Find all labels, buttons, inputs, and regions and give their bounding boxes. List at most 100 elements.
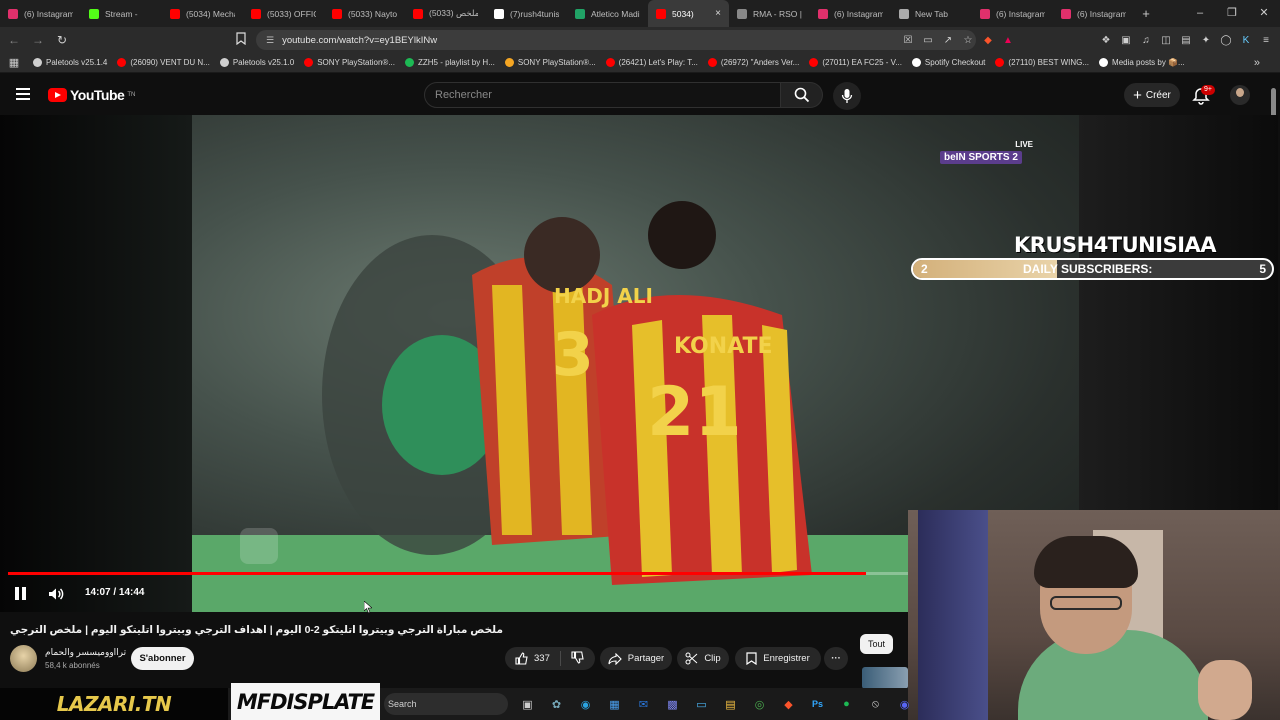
- browser-tab[interactable]: (5033) ملخص: [405, 0, 486, 27]
- taskbar-search[interactable]: Search: [384, 693, 508, 715]
- tab-label: New Tab: [915, 8, 948, 19]
- bookmark-item[interactable]: SONY PlayStation®...: [299, 58, 400, 67]
- browser-tab[interactable]: (6) Instagram: [0, 0, 81, 27]
- rewards-icon[interactable]: ▲: [1002, 35, 1014, 46]
- screen: (6) Instagram Stream - (5034) Mecha (5033)…: [0, 0, 1280, 720]
- bookmark-item[interactable]: Paletools v25.1.4: [28, 58, 112, 67]
- bookmark-item[interactable]: SONY PlayStation®...: [500, 58, 601, 67]
- sidebar-icon[interactable]: ◫: [1160, 35, 1172, 46]
- spotify-icon[interactable]: ●: [835, 693, 858, 715]
- screen-icon[interactable]: ▭: [690, 693, 713, 715]
- browser-tab[interactable]: New Tab: [891, 0, 972, 27]
- address-bar[interactable]: ☰ youtube.com/watch?v=ey1BEYlkINw: [256, 30, 976, 50]
- music-icon[interactable]: ♫: [1140, 35, 1152, 46]
- edge-icon[interactable]: ◉: [574, 693, 597, 715]
- screenshot-icon[interactable]: ▣: [1120, 35, 1132, 46]
- browser-tab[interactable]: (5033) OFFICI: [243, 0, 324, 27]
- player-watermark-icon: [240, 528, 278, 564]
- menu-icon[interactable]: ≡: [1260, 35, 1272, 46]
- discord-icon[interactable]: ◉: [893, 693, 916, 715]
- apps-grid-icon[interactable]: ▦: [0, 56, 28, 69]
- copilot-icon[interactable]: ✿: [545, 693, 568, 715]
- voice-search-button[interactable]: [833, 82, 861, 110]
- close-window-icon[interactable]: ✕: [1248, 0, 1280, 27]
- dislike-button[interactable]: [561, 650, 584, 667]
- translate-icon[interactable]: ☒: [902, 35, 914, 46]
- bookmark-favicon-icon: [504, 58, 514, 67]
- channel-avatar[interactable]: [10, 645, 37, 672]
- wallet-icon[interactable]: ▤: [1180, 35, 1192, 46]
- browser-tab[interactable]: Atletico Madi: [567, 0, 648, 27]
- store-icon[interactable]: ▦: [603, 693, 626, 715]
- youtube-logo[interactable]: YouTube TN: [48, 87, 135, 103]
- like-button[interactable]: 337: [505, 651, 561, 666]
- browser-tab[interactable]: (7)rush4tunis: [486, 0, 567, 27]
- share-button[interactable]: Partager: [600, 647, 672, 670]
- create-button[interactable]: + Créer: [1124, 83, 1180, 107]
- account-avatar[interactable]: [1230, 85, 1250, 105]
- broadcaster-logo: LIVE beIN SPORTS 2: [940, 140, 1033, 164]
- stream-channel-name: KRUSH4TUNISIAA: [1014, 233, 1217, 257]
- xbox-icon[interactable]: ⦸: [864, 693, 887, 715]
- outlook-icon[interactable]: ✉: [632, 693, 655, 715]
- new-tab-button[interactable]: +: [1134, 6, 1158, 21]
- bookmark-item[interactable]: (26090) VENT DU N...: [112, 58, 214, 67]
- site-info-icon[interactable]: ☰: [266, 35, 274, 46]
- clip-button[interactable]: Clip: [677, 647, 729, 670]
- teams-icon[interactable]: ▩: [661, 693, 684, 715]
- browser-tab[interactable]: Stream -: [81, 0, 162, 27]
- bookmark-item[interactable]: Spotify Checkout: [907, 58, 990, 67]
- share-page-icon[interactable]: ↗: [942, 35, 954, 46]
- file-explorer-icon[interactable]: ▤: [719, 693, 742, 715]
- restore-icon[interactable]: ❐: [1216, 0, 1248, 27]
- extension-k-icon[interactable]: K: [1240, 35, 1252, 46]
- volume-icon[interactable]: [48, 587, 64, 601]
- back-button[interactable]: ←: [4, 33, 24, 47]
- reload-button[interactable]: ↻: [52, 33, 72, 47]
- youtube-wordmark: YouTube: [70, 87, 125, 103]
- brave-shield-icon[interactable]: ◆: [982, 35, 994, 46]
- brave-icon[interactable]: ◆: [777, 693, 800, 715]
- bookmark-item[interactable]: (27110) BEST WING...: [990, 58, 1094, 67]
- browser-tab[interactable]: (6) Instagram: [972, 0, 1053, 27]
- search-input[interactable]: Rechercher: [424, 82, 781, 108]
- star-icon[interactable]: ☆: [962, 35, 974, 46]
- browser-tab[interactable]: (5033) Nayto: [324, 0, 405, 27]
- bookmark-item[interactable]: (27011) EA FC25 - V...: [804, 58, 907, 67]
- bookmark-item[interactable]: (26972) "Anders Ver...: [703, 58, 804, 67]
- leo-icon[interactable]: ✦: [1200, 35, 1212, 46]
- task-view-icon[interactable]: ▣: [516, 693, 539, 715]
- extensions-icon[interactable]: ❖: [1100, 35, 1112, 46]
- save-button[interactable]: Enregistrer: [735, 647, 821, 670]
- share-icon: [608, 652, 622, 665]
- channel-name[interactable]: ترااووميسسر والحمام: [45, 647, 126, 658]
- bookmark-item[interactable]: Media posts by 📦...: [1094, 58, 1190, 67]
- streamer-webcam: [908, 510, 1280, 720]
- forward-button[interactable]: →: [28, 33, 48, 47]
- filter-chip-all[interactable]: Tout: [860, 634, 893, 654]
- browser-tab[interactable]: (6) Instagram: [810, 0, 891, 27]
- bookmarks-overflow-icon[interactable]: »: [1254, 57, 1280, 69]
- recommended-video-thumbnail[interactable]: [862, 667, 908, 689]
- bookmark-item[interactable]: ZZH5 - playlist by H...: [400, 58, 500, 67]
- browser-tab[interactable]: (5034) Mecha: [162, 0, 243, 27]
- bookmark-item[interactable]: (26421) Let's Play: T...: [601, 58, 703, 67]
- cast-icon[interactable]: ▭: [922, 35, 934, 46]
- browser-tab[interactable]: (6) Instagram: [1053, 0, 1134, 27]
- channel-subscriber-count: 58,4 k abonnés: [45, 661, 100, 670]
- pause-icon[interactable]: [15, 587, 27, 600]
- subscribe-button[interactable]: S'abonner: [131, 647, 194, 670]
- hamburger-menu-icon[interactable]: [16, 88, 30, 100]
- chrome-icon[interactable]: ◎: [748, 693, 771, 715]
- bookmark-item[interactable]: Paletools v25.1.0: [215, 58, 299, 67]
- close-tab-icon[interactable]: ×: [715, 8, 721, 19]
- browser-tab[interactable]: 5034) ×: [648, 0, 729, 27]
- more-actions-button[interactable]: ···: [824, 647, 848, 670]
- browser-tab[interactable]: RMA - RSO |: [729, 0, 810, 27]
- search-button[interactable]: [781, 82, 823, 108]
- vpn-icon[interactable]: ◯: [1220, 35, 1232, 46]
- photoshop-icon[interactable]: Ps: [806, 693, 829, 715]
- bookmark-icon[interactable]: [236, 32, 246, 45]
- video-progress-bar[interactable]: [8, 572, 908, 575]
- minimize-icon[interactable]: –: [1184, 0, 1216, 27]
